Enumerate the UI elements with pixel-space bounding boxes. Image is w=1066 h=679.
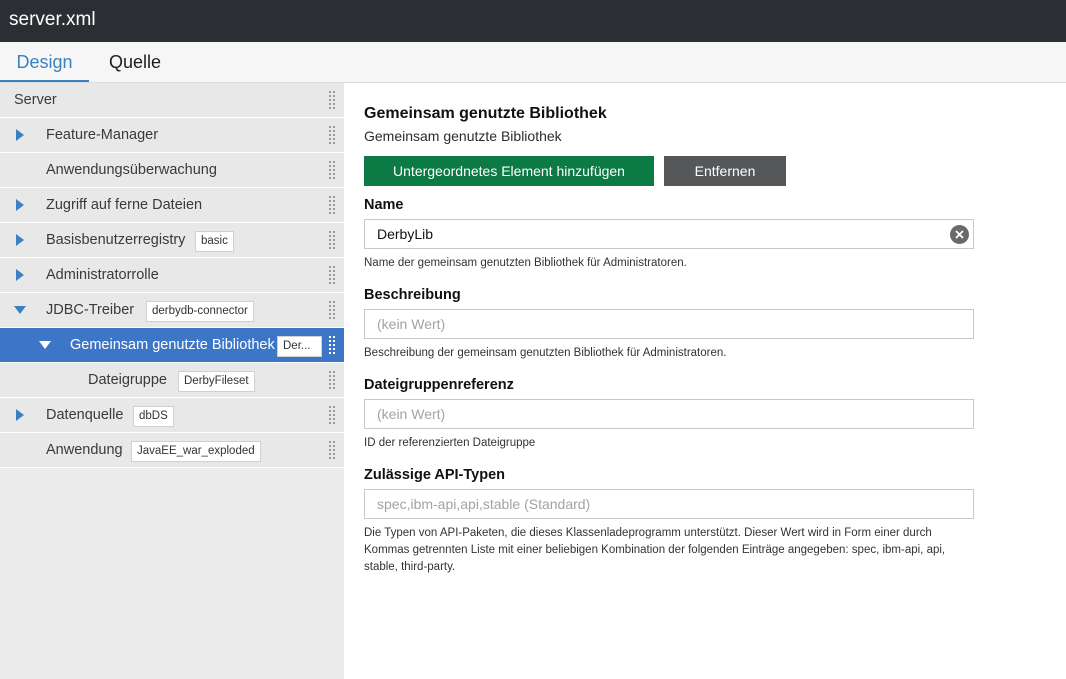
tree-item-feature-manager[interactable]: Feature-Manager (0, 118, 344, 153)
tree-item-server[interactable]: Server (0, 83, 344, 118)
tree-item-datasource[interactable]: Datenquelle dbDS (0, 398, 344, 433)
add-child-element-button[interactable]: Untergeordnetes Element hinzufügen (364, 156, 654, 186)
tree-item-badge: basic (195, 231, 234, 252)
triangle-down-icon[interactable] (39, 328, 53, 362)
name-field[interactable]: DerbyLib (364, 219, 974, 249)
description-field[interactable]: (kein Wert) (364, 309, 974, 339)
triangle-down-icon[interactable] (14, 293, 28, 327)
sidebar-tree: Server Feature-Manager Anwendungsüberwac… (0, 83, 344, 679)
grip-dots-icon[interactable] (329, 301, 337, 319)
tree-item-label: Gemeinsam genutzte Bibliothek (70, 337, 275, 353)
panel-title: Gemeinsam genutzte Bibliothek (364, 105, 607, 122)
description-label: Beschreibung (364, 287, 461, 303)
tree-item-basic-registry[interactable]: Basisbenutzerregistry basic (0, 223, 344, 258)
grip-dots-icon[interactable] (329, 266, 337, 284)
fileset-ref-placeholder: (kein Wert) (377, 406, 446, 422)
fileset-ref-label: Dateigruppenreferenz (364, 377, 514, 393)
triangle-right-icon[interactable] (16, 118, 30, 152)
tree-item-label: Administratorrolle (46, 267, 159, 283)
triangle-right-icon[interactable] (16, 398, 30, 432)
name-label: Name (364, 197, 404, 213)
api-types-placeholder: spec,ibm-api,api,stable (Standard) (377, 496, 591, 512)
tree-item-jdbc-driver[interactable]: JDBC-Treiber derbydb-connector (0, 293, 344, 328)
grip-dots-icon[interactable] (329, 91, 337, 109)
tree-item-badge: JavaEE_war_exploded (131, 441, 261, 462)
description-placeholder: (kein Wert) (377, 316, 446, 332)
remove-button[interactable]: Entfernen (664, 156, 786, 186)
triangle-right-icon[interactable] (16, 223, 30, 257)
triangle-right-icon[interactable] (16, 188, 30, 222)
api-types-help-text: Die Typen von API-Paketen, die dieses Kl… (364, 527, 946, 573)
api-types-field[interactable]: spec,ibm-api,api,stable (Standard) (364, 489, 974, 519)
tree-item-label: JDBC-Treiber (46, 302, 135, 318)
name-field-value: DerbyLib (377, 226, 434, 242)
tree-item-badge: dbDS (133, 406, 174, 427)
grip-dots-icon[interactable] (329, 126, 337, 144)
grip-dots-icon[interactable] (329, 371, 337, 389)
grip-dots-icon[interactable] (329, 196, 337, 214)
tab-quelle[interactable]: Quelle (109, 42, 161, 82)
tree-item-fileset[interactable]: Dateigruppe DerbyFileset (0, 363, 344, 398)
name-help-text: Name der gemeinsam genutzten Bibliothek … (364, 257, 687, 269)
tab-design[interactable]: Design (0, 42, 89, 82)
tree-item-label: Feature-Manager (46, 127, 159, 143)
tree-item-application[interactable]: Anwendung JavaEE_war_exploded (0, 433, 344, 468)
fileset-ref-help-text: ID der referenzierten Dateigruppe (364, 437, 536, 449)
tree-item-application-monitoring[interactable]: Anwendungsüberwachung (0, 153, 344, 188)
tree-item-label: Anwendungsüberwachung (46, 162, 217, 178)
tree-item-label: Zugriff auf ferne Dateien (46, 197, 203, 213)
tree-item-remote-file-access[interactable]: Zugriff auf ferne Dateien (0, 188, 344, 223)
tree-item-label: Server (14, 92, 57, 108)
grip-dots-icon[interactable] (329, 441, 337, 459)
tree-item-shared-library[interactable]: Gemeinsam genutzte Bibliothek Der... (0, 328, 344, 363)
tree-item-label: Basisbenutzerregistry (46, 232, 186, 248)
grip-dots-icon[interactable] (329, 336, 337, 354)
api-types-label: Zulässige API-Typen (364, 467, 505, 483)
tree-item-badge: Der... (277, 336, 322, 357)
tree-item-badge: DerbyFileset (178, 371, 255, 392)
clear-circle-icon[interactable] (950, 225, 969, 244)
tree-item-label: Datenquelle (46, 407, 124, 423)
fileset-ref-field[interactable]: (kein Wert) (364, 399, 974, 429)
tree-item-badge: derbydb-connector (146, 301, 254, 322)
panel-subtitle: Gemeinsam genutzte Bibliothek (364, 128, 562, 144)
triangle-right-icon[interactable] (16, 258, 30, 292)
grip-dots-icon[interactable] (329, 161, 337, 179)
grip-dots-icon[interactable] (329, 406, 337, 424)
tab-bar: Design Quelle (0, 42, 1066, 83)
window-title: server.xml (9, 9, 96, 30)
tree-item-administrator-role[interactable]: Administratorrolle (0, 258, 344, 293)
description-help-text: Beschreibung der gemeinsam genutzten Bib… (364, 347, 727, 359)
tree-item-label: Dateigruppe (88, 372, 167, 388)
detail-panel: Gemeinsam genutzte Bibliothek Gemeinsam … (344, 83, 1066, 679)
tree-item-label: Anwendung (46, 442, 123, 458)
grip-dots-icon[interactable] (329, 231, 337, 249)
title-bar: server.xml (0, 0, 1066, 42)
